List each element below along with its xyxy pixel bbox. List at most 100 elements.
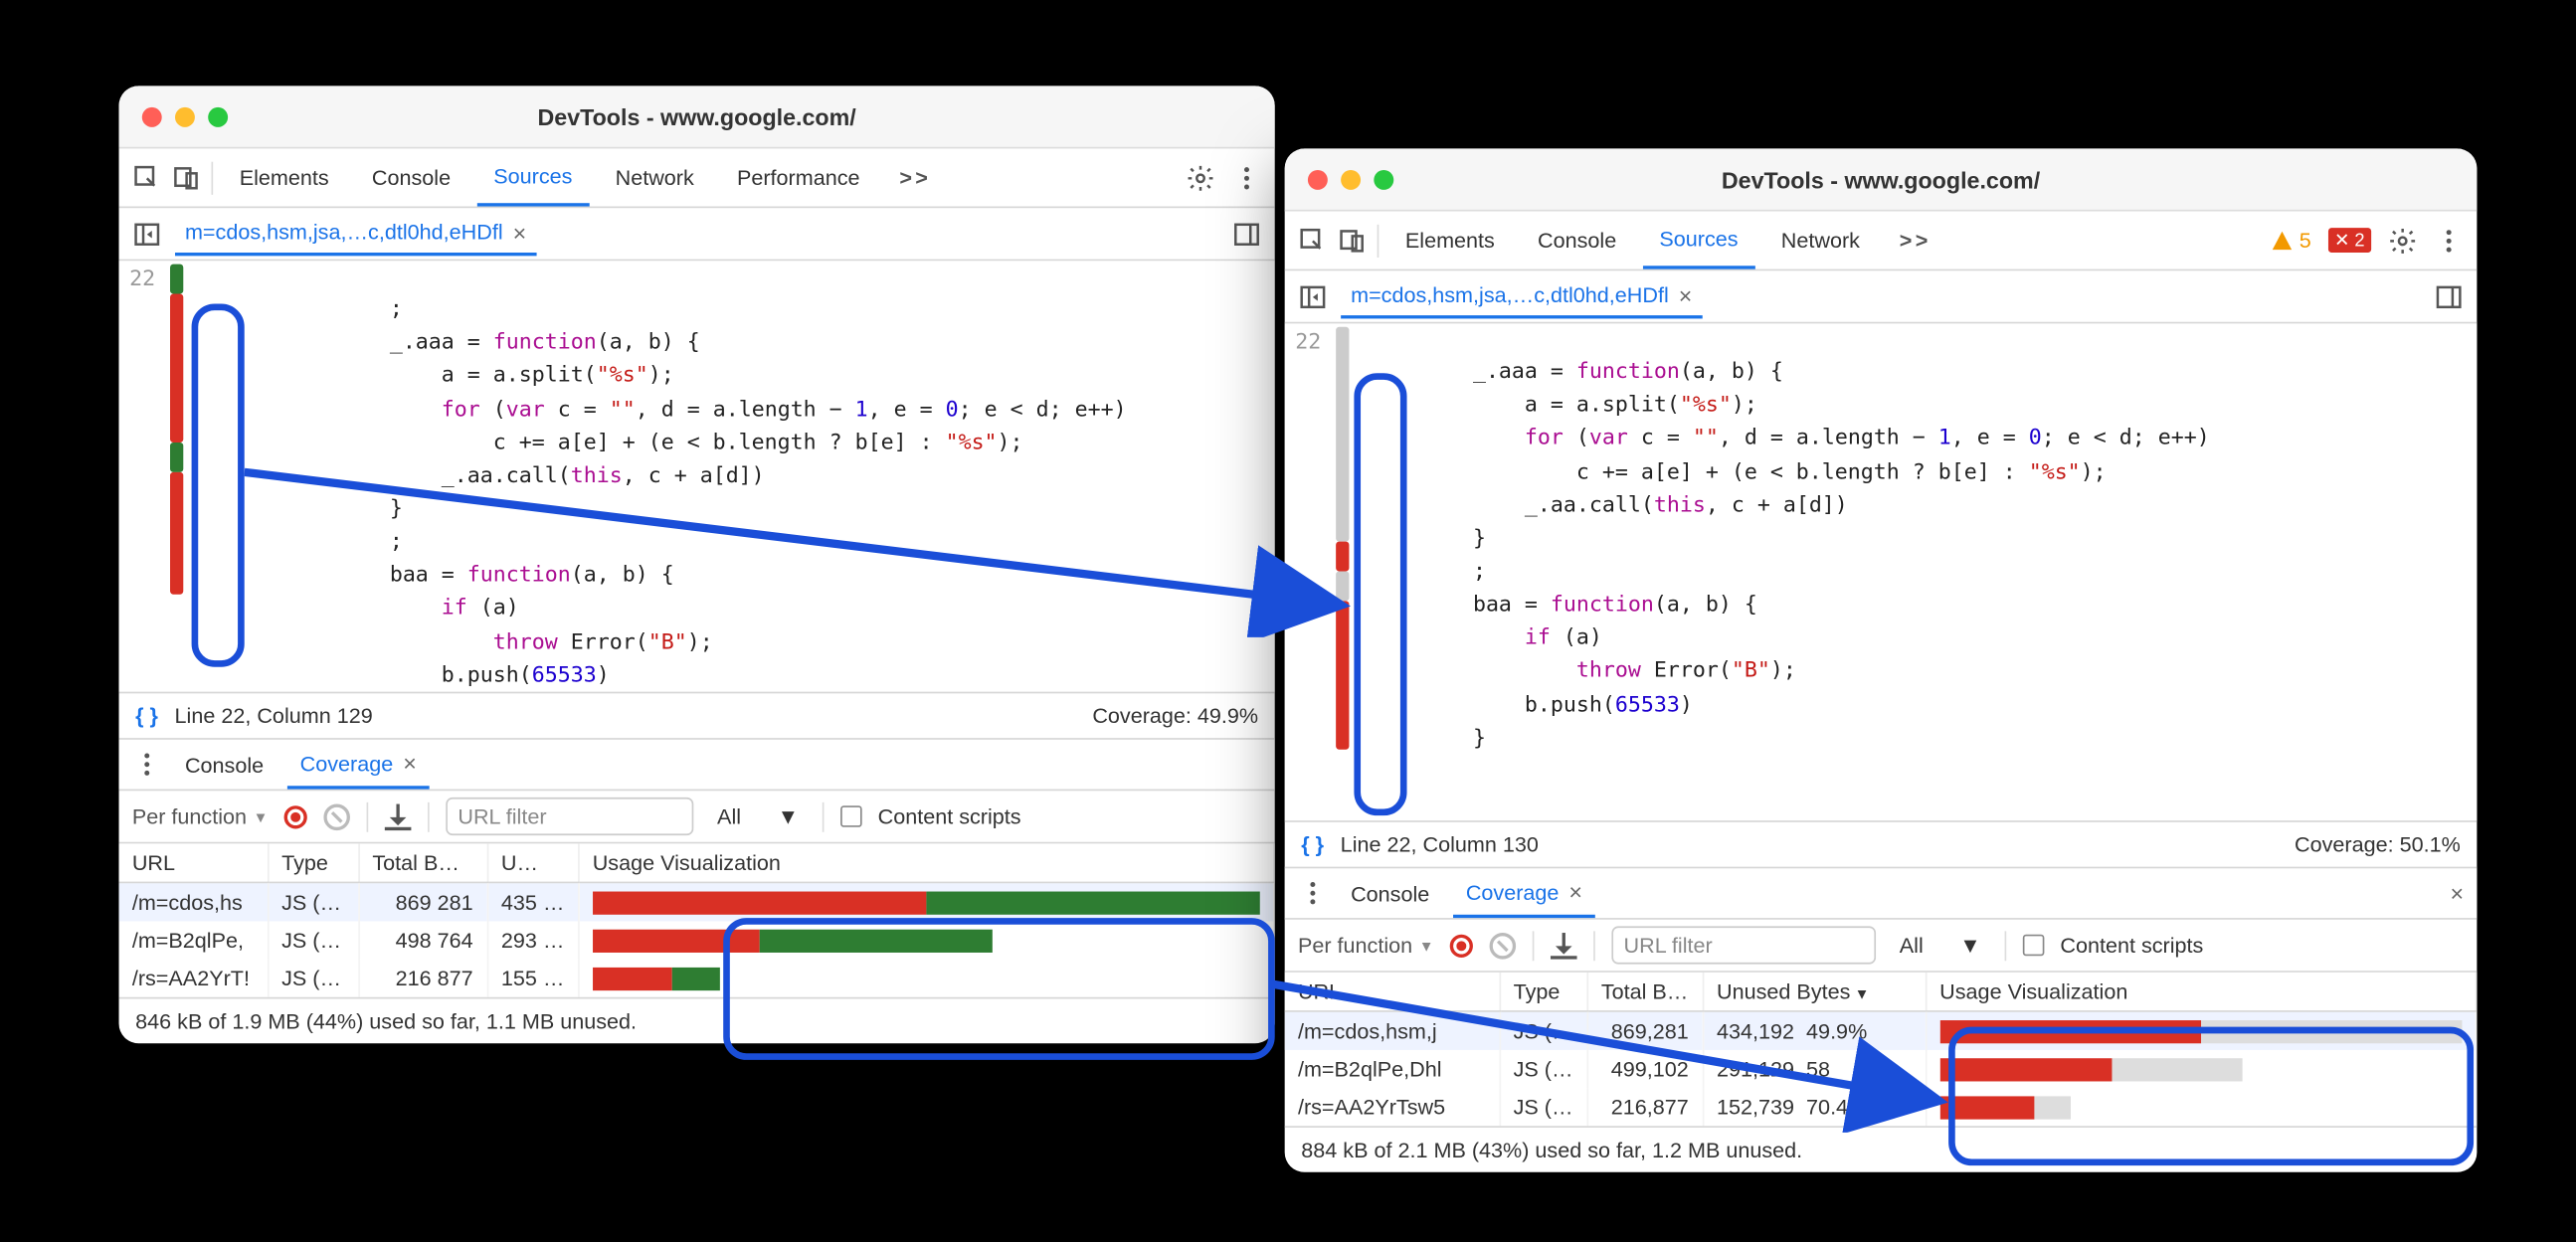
pretty-print-icon[interactable]: { } bbox=[1301, 832, 1324, 857]
type-filter-select[interactable]: All▼ bbox=[1893, 928, 1987, 963]
tab-console[interactable]: Console bbox=[1521, 212, 1632, 269]
status-bar: { } Line 22, Column 129 Coverage: 49.9% bbox=[119, 692, 1275, 738]
export-button[interactable] bbox=[1551, 932, 1577, 959]
drawer-tab-console[interactable]: Console bbox=[172, 740, 277, 790]
warnings-badge[interactable]: 5 bbox=[2272, 228, 2311, 253]
coverage-granularity-select[interactable]: Per function▼ bbox=[1298, 933, 1434, 958]
cursor-position: Line 22, Column 129 bbox=[175, 703, 373, 728]
tabs-overflow[interactable]: >> bbox=[886, 165, 944, 190]
kebab-icon[interactable] bbox=[132, 750, 162, 780]
content-scripts-checkbox[interactable] bbox=[839, 805, 861, 827]
tabs-overflow[interactable]: >> bbox=[1887, 228, 1944, 253]
clear-button[interactable] bbox=[324, 803, 351, 830]
export-button[interactable] bbox=[385, 803, 412, 830]
cell-type: JS (… bbox=[268, 921, 358, 959]
gear-icon[interactable] bbox=[1186, 163, 1215, 193]
close-icon[interactable]: × bbox=[1568, 878, 1582, 905]
cell-type: JS (… bbox=[268, 960, 358, 997]
cell-unused: 155 … bbox=[487, 960, 579, 997]
debugger-toggle-icon[interactable] bbox=[1232, 219, 1262, 249]
record-button[interactable] bbox=[1450, 934, 1473, 957]
record-button[interactable] bbox=[284, 804, 307, 827]
coverage-percent: Coverage: 49.9% bbox=[1092, 703, 1258, 728]
table-row[interactable]: /m=B2qlPe,DhlJS (…499,102291,129 58 bbox=[1285, 1050, 2477, 1088]
close-icon[interactable]: × bbox=[513, 219, 527, 246]
url-filter-input[interactable]: URL filter bbox=[447, 798, 694, 835]
debugger-toggle-icon[interactable] bbox=[2434, 281, 2464, 311]
drawer-tab-console[interactable]: Console bbox=[1338, 868, 1443, 918]
tab-sources[interactable]: Sources bbox=[477, 148, 589, 206]
cell-viz bbox=[579, 960, 1274, 997]
code-content: _.aaa = function(a, b) { a = a.split("%s… bbox=[1358, 323, 2210, 820]
col-unused[interactable]: Unused Bytes ▼ bbox=[1703, 973, 1926, 1011]
code-editor[interactable]: 22 ; _.aaa = function(a, b) { a = a.spli… bbox=[119, 261, 1275, 691]
cell-total: 869,281 bbox=[1587, 1011, 1703, 1050]
tab-sources[interactable]: Sources bbox=[1643, 212, 1754, 269]
cell-viz bbox=[1926, 1011, 2476, 1050]
col-unused[interactable]: U… bbox=[487, 843, 579, 882]
tab-elements[interactable]: Elements bbox=[1388, 212, 1511, 269]
close-icon[interactable]: × bbox=[403, 750, 417, 777]
tab-console[interactable]: Console bbox=[355, 148, 466, 206]
clear-button[interactable] bbox=[1490, 932, 1517, 959]
col-url[interactable]: URL bbox=[1285, 973, 1500, 1011]
col-url[interactable]: URL bbox=[119, 843, 268, 882]
close-icon[interactable]: × bbox=[1679, 281, 1693, 308]
inspect-icon[interactable] bbox=[132, 163, 162, 193]
cell-url: /m=cdos,hs bbox=[119, 882, 268, 921]
drawer-tab-coverage[interactable]: Coverage × bbox=[286, 740, 430, 790]
table-row[interactable]: /m=cdos,hsm,jJS (…869,281434,192 49.9% bbox=[1285, 1011, 2477, 1050]
navigator-toggle-icon[interactable] bbox=[1298, 281, 1328, 311]
coverage-toolbar: Per function▼ URL filter All▼ Content sc… bbox=[119, 791, 1275, 843]
window-title: DevTools - www.google.com/ bbox=[1285, 166, 2478, 193]
navigator-toggle-icon[interactable] bbox=[132, 219, 162, 249]
drawer-tab-coverage[interactable]: Coverage × bbox=[1453, 868, 1596, 918]
title-bar: DevTools - www.google.com/ bbox=[119, 86, 1275, 148]
gear-icon[interactable] bbox=[2388, 226, 2418, 256]
table-row[interactable]: /m=cdos,hsJS (…869 281435 … bbox=[119, 882, 1274, 921]
cell-unused: 435 … bbox=[487, 882, 579, 921]
content-scripts-checkbox[interactable] bbox=[2022, 935, 2044, 957]
devtools-window-left: DevTools - www.google.com/ Elements Cons… bbox=[119, 86, 1275, 1043]
coverage-percent: Coverage: 50.1% bbox=[2295, 832, 2461, 857]
kebab-icon[interactable] bbox=[1298, 878, 1328, 908]
cell-type: JS (… bbox=[1500, 1050, 1587, 1088]
content-scripts-label: Content scripts bbox=[2060, 933, 2203, 958]
table-row[interactable]: /rs=AA2YrTsw5JS (…216,877152,739 70.4% bbox=[1285, 1088, 2477, 1126]
cell-total: 869 281 bbox=[358, 882, 487, 921]
kebab-icon[interactable] bbox=[2434, 226, 2464, 256]
kebab-icon[interactable] bbox=[1232, 163, 1262, 193]
col-usage[interactable]: Usage Visualization bbox=[579, 843, 1274, 882]
tab-elements[interactable]: Elements bbox=[223, 148, 345, 206]
coverage-granularity-select[interactable]: Per function▼ bbox=[132, 804, 269, 829]
cell-url: /m=cdos,hsm,j bbox=[1285, 1011, 1500, 1050]
col-total[interactable]: Total B… bbox=[1587, 973, 1703, 1011]
col-total[interactable]: Total B… bbox=[358, 843, 487, 882]
inspect-icon[interactable] bbox=[1298, 226, 1328, 256]
window-title: DevTools - www.google.com/ bbox=[119, 103, 1275, 130]
type-filter-select[interactable]: All▼ bbox=[710, 799, 805, 834]
tab-network[interactable]: Network bbox=[599, 148, 710, 206]
url-filter-input[interactable]: URL filter bbox=[1612, 926, 1877, 964]
drawer-close-icon[interactable]: × bbox=[2451, 880, 2465, 907]
col-type[interactable]: Type bbox=[1500, 973, 1587, 1011]
device-icon[interactable] bbox=[1338, 226, 1368, 256]
table-row[interactable]: /rs=AA2YrT!JS (…216 877155 … bbox=[119, 960, 1274, 997]
tab-network[interactable]: Network bbox=[1764, 212, 1876, 269]
pretty-print-icon[interactable]: { } bbox=[135, 703, 158, 728]
errors-badge[interactable]: ✕2 bbox=[2327, 228, 2371, 253]
line-number: 22 bbox=[119, 265, 162, 297]
cell-viz bbox=[1926, 1050, 2476, 1088]
col-type[interactable]: Type bbox=[268, 843, 358, 882]
tab-performance[interactable]: Performance bbox=[720, 148, 876, 206]
content-scripts-label: Content scripts bbox=[878, 804, 1021, 829]
source-file-tab[interactable]: m=cdos,hsm,jsa,…c,dtl0hd,eHDfl × bbox=[1341, 274, 1702, 317]
source-file-tab[interactable]: m=cdos,hsm,jsa,…c,dtl0hd,eHDfl × bbox=[175, 212, 536, 255]
coverage-table: URL Type Total B… Unused Bytes ▼ Usage V… bbox=[1285, 973, 2478, 1126]
title-bar: DevTools - www.google.com/ bbox=[1285, 148, 2478, 211]
device-icon[interactable] bbox=[172, 163, 202, 193]
table-row[interactable]: /m=B2qlPe,JS (…498 764293 … bbox=[119, 921, 1274, 959]
cursor-position: Line 22, Column 130 bbox=[1341, 832, 1539, 857]
col-usage[interactable]: Usage Visualization bbox=[1926, 973, 2476, 1011]
code-editor[interactable]: 22 _.aaa = function(a, b) { a = a.split(… bbox=[1285, 323, 2478, 820]
